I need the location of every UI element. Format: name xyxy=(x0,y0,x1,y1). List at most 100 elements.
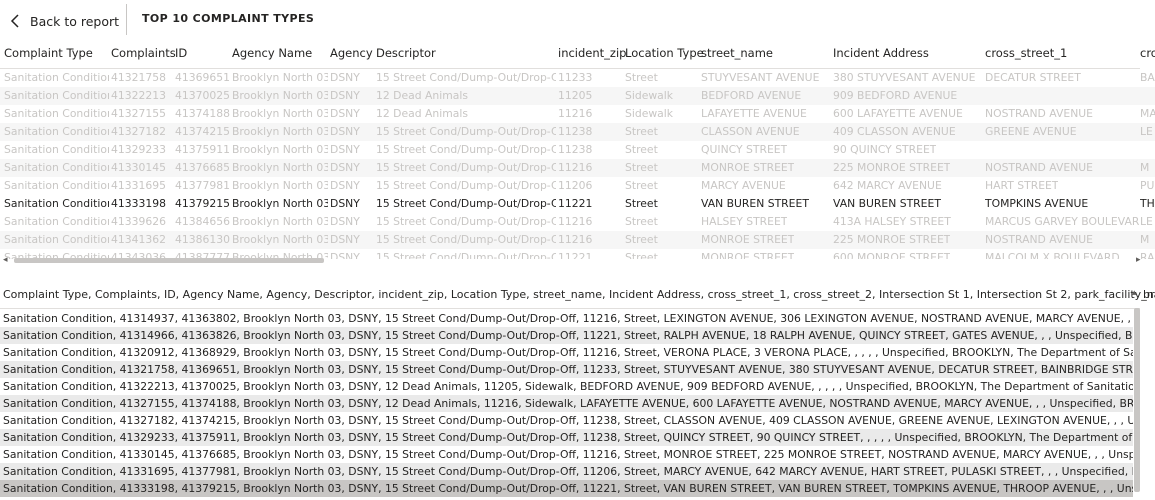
csv-row[interactable]: Sanitation Condition, 41330145, 41376685… xyxy=(0,446,1133,463)
table-cell: 15 Street Cond/Dump-Out/Drop-Off xyxy=(376,71,556,84)
table-row[interactable]: Sanitation Condition 41339626 41384656 Broo… xyxy=(0,213,1155,231)
csv-row[interactable]: Sanitation Condition, 41314966, 41363826… xyxy=(0,327,1133,344)
table-row[interactable]: Sanitation Condition 41322213 41370025 Broo… xyxy=(0,87,1155,105)
table-body[interactable]: Sanitation Condition 41321758 41369651 Broo… xyxy=(0,69,1155,259)
table-cell: Sidewalk xyxy=(625,107,674,120)
table-cell: Brooklyn North 03 xyxy=(232,89,328,102)
table-cell: Sanitation Condition xyxy=(4,179,109,192)
table-cell: QUINCY STREET xyxy=(701,143,788,156)
table-cell: 41384656 xyxy=(175,215,230,228)
table-cell: Sanitation Condition xyxy=(4,71,109,84)
table-cell: 41379215 xyxy=(175,197,230,210)
csv-row[interactable]: Sanitation Condition, 41331695, 41377981… xyxy=(0,463,1133,480)
table-cell: 642 MARCY AVENUE xyxy=(833,179,942,192)
table-row[interactable]: Sanitation Condition 41327182 41374215 Broo… xyxy=(0,123,1155,141)
table-cell: LE xyxy=(1140,215,1153,228)
column-header[interactable]: Incident Address xyxy=(833,46,929,60)
column-header[interactable]: Agency xyxy=(330,46,373,60)
top-bar: Back to report TOP 10 COMPLAINT TYPES xyxy=(0,0,1155,40)
table-cell: 41370025 xyxy=(175,89,230,102)
table-cell: LE xyxy=(1140,125,1153,138)
arrow-right-icon[interactable]: ▸ xyxy=(1136,255,1141,265)
table-cell: Sanitation Condition xyxy=(4,215,109,228)
table-row[interactable]: Sanitation Condition 41333198 41379215 Broo… xyxy=(0,195,1155,213)
csv-header-tail: br xyxy=(1143,288,1155,301)
table-row[interactable]: Sanitation Condition 41327155 41374188 Broo… xyxy=(0,105,1155,123)
table-row[interactable]: Sanitation Condition 41330145 41376685 Broo… xyxy=(0,159,1155,177)
table-cell: BEDFORD AVENUE xyxy=(701,89,802,102)
arrow-up-icon[interactable]: ▴ xyxy=(1132,288,1137,298)
vertical-scrollbar[interactable]: ▴ xyxy=(1131,284,1143,500)
scrollbar-thumb[interactable] xyxy=(1134,308,1140,492)
csv-header: Complaint Type, Complaints, ID, Agency N… xyxy=(3,288,1155,301)
table-cell: 41374188 xyxy=(175,107,230,120)
table-cell: Brooklyn North 03 xyxy=(232,179,328,192)
scrollbar-thumb[interactable] xyxy=(14,258,324,263)
table-cell: HART STREET xyxy=(985,179,1059,192)
table-cell: Street xyxy=(625,179,658,192)
table-cell: PU xyxy=(1140,179,1155,192)
back-to-report-button[interactable]: Back to report xyxy=(10,11,119,31)
table-cell: DECATUR STREET xyxy=(985,71,1081,84)
column-header[interactable]: incident_zip xyxy=(558,46,626,60)
table-cell: 225 MONROE STREET xyxy=(833,161,951,174)
table-cell: 909 BEDFORD AVENUE xyxy=(833,89,958,102)
table-cell: LAFAYETTE AVENUE xyxy=(701,107,807,120)
table-cell: 15 Street Cond/Dump-Out/Drop-Off xyxy=(376,215,556,228)
table-row[interactable]: Sanitation Condition 41329233 41375911 Broo… xyxy=(0,141,1155,159)
table-cell: 11216 xyxy=(558,161,593,174)
csv-row[interactable]: Sanitation Condition, 41327155, 41374188… xyxy=(0,395,1133,412)
table-row[interactable]: Sanitation Condition 41331695 41377981 Broo… xyxy=(0,177,1155,195)
table-cell: 41374215 xyxy=(175,125,230,138)
csv-row[interactable]: Sanitation Condition, 41329233, 41375911… xyxy=(0,429,1133,446)
column-header[interactable]: cro xyxy=(1140,46,1155,60)
table-cell: Brooklyn North 03 xyxy=(232,143,328,156)
arrow-left-icon[interactable]: ◂ xyxy=(3,255,8,265)
column-header[interactable]: Location Type xyxy=(625,46,704,60)
table-cell: 41386130 xyxy=(175,233,230,246)
table-cell: VAN BUREN STREET xyxy=(701,197,809,210)
table-cell: Sidewalk xyxy=(625,89,674,102)
table-cell: 41339626 xyxy=(111,215,166,228)
column-header[interactable]: ID xyxy=(175,46,187,60)
column-header[interactable]: Agency Name xyxy=(232,46,312,60)
table-cell: DSNY xyxy=(330,215,360,228)
table-cell: 41369651 xyxy=(175,71,230,84)
table-row[interactable]: Sanitation Condition 41341362 41386130 Broo… xyxy=(0,231,1155,249)
table-cell: BA xyxy=(1140,71,1155,84)
csv-divider xyxy=(0,308,1140,309)
column-header[interactable]: Descriptor xyxy=(376,46,436,60)
csv-row[interactable]: Sanitation Condition, 41320912, 41368929… xyxy=(0,344,1133,361)
column-header[interactable]: Complaints xyxy=(111,46,176,60)
table-row[interactable]: Sanitation Condition 41321758 41369651 Broo… xyxy=(0,69,1155,87)
column-header[interactable]: Complaint Type xyxy=(4,46,93,60)
table-cell: TH xyxy=(1140,197,1155,210)
table-cell: NOSTRAND AVENUE xyxy=(985,107,1094,120)
csv-row[interactable]: Sanitation Condition, 41321758, 41369651… xyxy=(0,361,1133,378)
table-cell: TOMPKINS AVENUE xyxy=(985,197,1089,210)
table-cell: 41375911 xyxy=(175,143,230,156)
table-cell: 11216 xyxy=(558,215,593,228)
table-cell: Brooklyn North 03 xyxy=(232,215,328,228)
csv-row[interactable]: Sanitation Condition, 41322213, 41370025… xyxy=(0,378,1133,395)
table-cell: 90 QUINCY STREET xyxy=(833,143,937,156)
back-label: Back to report xyxy=(30,13,120,29)
table-cell: DSNY xyxy=(330,89,360,102)
table-cell: 41341362 xyxy=(111,233,166,246)
table-cell: 11221 xyxy=(558,197,593,210)
table-cell: Sanitation Condition xyxy=(4,143,109,156)
table-cell: 41330145 xyxy=(111,161,166,174)
chevron-left-icon xyxy=(10,14,19,28)
csv-body[interactable]: Sanitation Condition, 41314937, 41363802… xyxy=(0,310,1155,500)
csv-row[interactable]: Sanitation Condition, 41333198, 41379215… xyxy=(0,480,1133,497)
csv-row[interactable]: Sanitation Condition, 41314937, 41363802… xyxy=(0,310,1133,327)
column-header[interactable]: street_name xyxy=(701,46,773,60)
table-cell: MARCY AVENUE xyxy=(701,179,786,192)
horizontal-scrollbar[interactable]: ◂ ▸ xyxy=(0,254,1155,266)
column-header[interactable]: cross_street_1 xyxy=(985,46,1067,60)
table-cell: VAN BUREN STREET xyxy=(833,197,941,210)
csv-row[interactable]: Sanitation Condition, 41327182, 41374215… xyxy=(0,412,1133,429)
table-cell: 15 Street Cond/Dump-Out/Drop-Off xyxy=(376,233,556,246)
table-cell: Brooklyn North 03 xyxy=(232,71,328,84)
table-cell: DSNY xyxy=(330,197,360,210)
